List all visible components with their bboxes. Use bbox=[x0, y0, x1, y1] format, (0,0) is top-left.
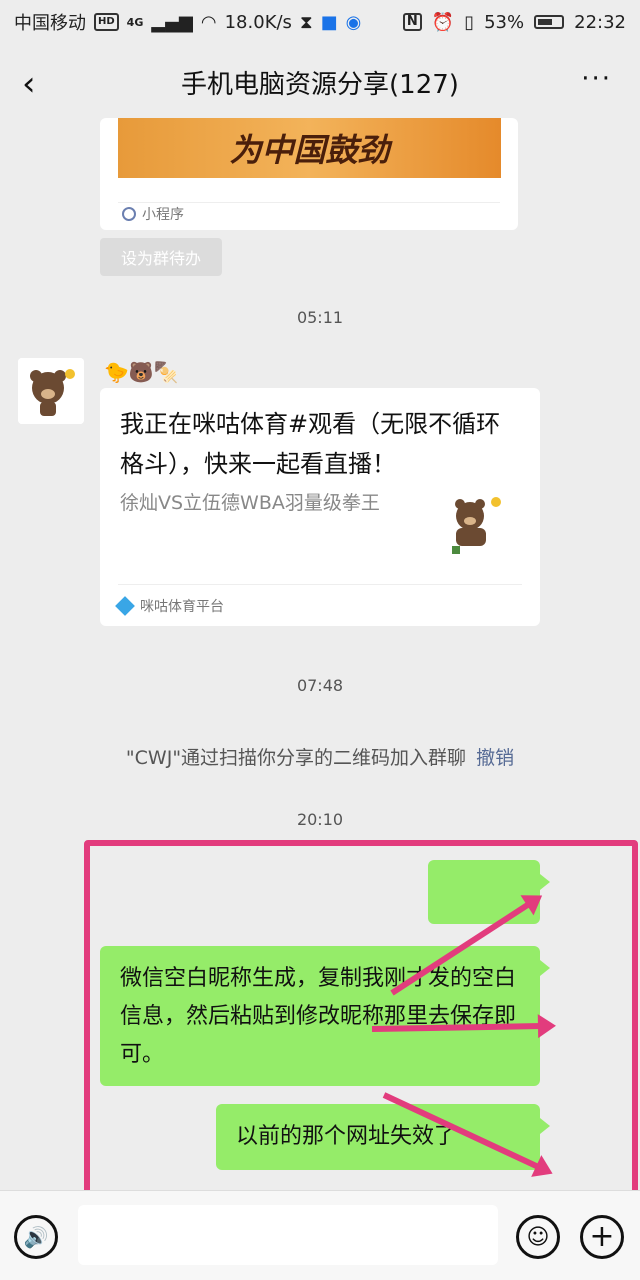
share-source-label: 咪咕体育平台 bbox=[140, 599, 224, 615]
hd-badge: HD bbox=[94, 13, 119, 31]
mini-program-banner: 为中国鼓劲 bbox=[118, 118, 501, 178]
divider bbox=[118, 202, 500, 203]
set-group-todo-button[interactable]: 设为群待办 bbox=[100, 238, 222, 276]
divider bbox=[118, 584, 522, 585]
network-label: 4G bbox=[126, 15, 144, 29]
undo-link[interactable]: 撤销 bbox=[476, 747, 514, 769]
share-thumbnail bbox=[440, 488, 510, 558]
system-message: "CWJ"通过扫描你分享的二维码加入群聊 撤销 bbox=[0, 743, 640, 770]
vibrate-icon: ▯ bbox=[464, 11, 475, 33]
emoji-icon[interactable]: ☺ bbox=[516, 1215, 560, 1259]
hourglass-icon: ⧗ bbox=[299, 11, 313, 33]
alarm-icon: ⏰ bbox=[431, 11, 455, 33]
timestamp: 20:10 bbox=[296, 810, 344, 829]
hotspot-icon: ◉ bbox=[345, 11, 362, 33]
carrier-label: 中国移动 bbox=[14, 13, 86, 34]
back-arrow-icon[interactable]: ‹ bbox=[22, 64, 36, 104]
input-bar: 🔊 ☺ + bbox=[0, 1190, 640, 1280]
nfc-icon: N bbox=[402, 13, 422, 31]
platform-icon bbox=[115, 596, 135, 616]
mini-program-source: 小程序 bbox=[122, 204, 184, 224]
battery-label: 53% bbox=[484, 11, 525, 33]
share-title: 我正在咪咕体育#观看（无限不循环格斗），快来一起看直播！ bbox=[120, 410, 501, 478]
wifi-icon: ◠ bbox=[200, 11, 217, 33]
timestamp: 05:11 bbox=[296, 308, 344, 327]
share-source: 咪咕体育平台 bbox=[115, 596, 224, 616]
chat-title: 手机电脑资源分享(127) bbox=[181, 69, 459, 100]
shared-link-card[interactable]: 我正在咪咕体育#观看（无限不循环格斗），快来一起看直播！ 徐灿VS立伍德WBA羽… bbox=[100, 388, 540, 626]
plus-icon[interactable]: + bbox=[580, 1215, 624, 1259]
mini-program-label: 小程序 bbox=[142, 207, 184, 223]
speed-label: 18.0K/s bbox=[224, 11, 292, 33]
shield-icon: ■ bbox=[320, 11, 338, 33]
more-options-icon[interactable]: ··· bbox=[581, 64, 612, 94]
share-description: 徐灿VS立伍德WBA羽量级拳王 bbox=[120, 492, 380, 514]
signal-icon: ▂▄▆ bbox=[151, 11, 193, 33]
chat-header: ‹ 手机电脑资源分享(127) ··· bbox=[0, 44, 640, 120]
mini-program-card[interactable]: 为中国鼓劲 小程序 bbox=[100, 118, 518, 230]
battery-icon bbox=[534, 15, 565, 29]
banner-slogan: 为中国鼓劲 bbox=[229, 131, 390, 169]
message-input[interactable] bbox=[78, 1205, 498, 1265]
system-message-text: "CWJ"通过扫描你分享的二维码加入群聊 bbox=[125, 747, 467, 769]
voice-input-icon[interactable]: 🔊 bbox=[14, 1215, 58, 1259]
mini-program-icon bbox=[122, 207, 136, 221]
avatar[interactable] bbox=[18, 358, 84, 424]
status-bar: 中国移动 HD 4G ▂▄▆ ◠ 18.0K/s ⧗ ■ ◉ N ⏰ ▯ 53%… bbox=[0, 0, 640, 44]
timestamp: 07:48 bbox=[296, 676, 344, 695]
sender-nickname: 🐤🐻🍢 bbox=[104, 360, 179, 384]
clock-label: 22:32 bbox=[574, 11, 626, 33]
